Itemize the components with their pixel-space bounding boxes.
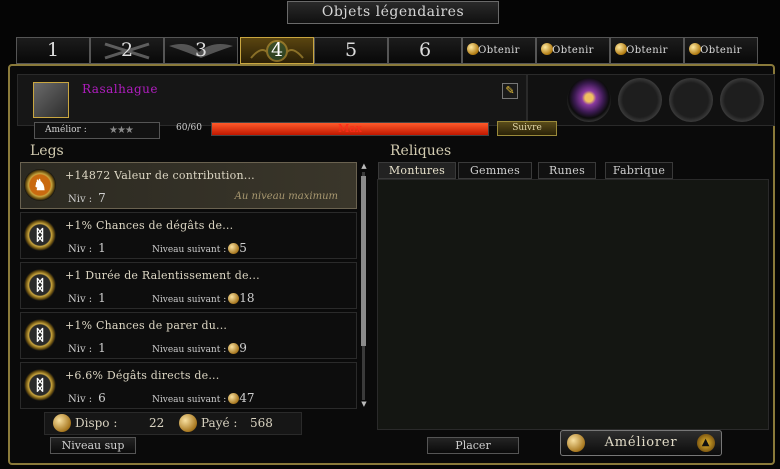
tab-5[interactable]: 5	[314, 37, 388, 64]
legs-heading: Legs	[30, 143, 64, 159]
tab-fabrique[interactable]: Fabrique	[605, 162, 673, 179]
paye-value: 568	[250, 416, 273, 430]
tab-gemmes[interactable]: Gemmes	[458, 162, 532, 179]
tab-obtenir-4[interactable]: Obtenir	[684, 37, 758, 64]
coin-icon	[567, 434, 585, 452]
list-item[interactable]: ♞ +14872 Valeur de contribution... Niv :…	[20, 162, 357, 209]
tab-obtenir-3[interactable]: Obtenir	[610, 37, 684, 64]
follow-button[interactable]: Suivre	[497, 121, 557, 136]
horse-icon: ♞	[24, 169, 56, 201]
placer-button[interactable]: Placer	[427, 437, 519, 454]
rune-icon: ᛥ	[24, 369, 56, 401]
reliques-heading: Reliques	[390, 143, 452, 159]
scroll-up-icon[interactable]: ▲	[359, 162, 369, 170]
coin-icon	[228, 293, 240, 304]
max-level-label: Au niveau maximum	[234, 191, 338, 202]
scroll-down-icon[interactable]: ▼	[359, 400, 369, 408]
relic-slot-1[interactable]	[567, 78, 611, 122]
tab-obtenir-2[interactable]: Obtenir	[536, 37, 610, 64]
arrow-up-icon: ▲	[697, 434, 715, 452]
tab-runes[interactable]: Runes	[538, 162, 596, 179]
scroll-thumb[interactable]	[361, 176, 366, 346]
tab-2[interactable]: 2	[90, 37, 164, 64]
tab-obtenir-1[interactable]: Obtenir	[462, 37, 536, 64]
rune-icon: ᛥ	[24, 219, 56, 251]
xp-status: Max	[337, 122, 363, 135]
tab-3[interactable]: 3	[164, 37, 238, 64]
list-item[interactable]: ᛥ +1% Chances de parer du... Niv :1 Nive…	[20, 312, 357, 359]
dispo-value: 22	[149, 416, 165, 430]
xp-count: 60/60	[176, 123, 202, 133]
relic-slot-3[interactable]	[669, 78, 713, 122]
coin-icon	[53, 414, 71, 432]
xp-bar: Max	[211, 122, 489, 136]
points-bar: Dispo : 22 Payé : 568	[44, 412, 302, 435]
list-item[interactable]: ᛥ +1 Durée de Ralentissement de... Niv :…	[20, 262, 357, 309]
legs-list: ♞ +14872 Valeur de contribution... Niv :…	[20, 162, 358, 410]
coin-icon	[228, 243, 240, 254]
upgrade-stars: Amélior : ★★★	[34, 122, 160, 139]
rune-icon: ᛥ	[24, 319, 56, 351]
coin-icon	[228, 343, 240, 354]
coin-icon	[228, 393, 240, 404]
rename-pencil-icon[interactable]: ✎	[502, 83, 518, 99]
star-icons: ★★★	[109, 125, 134, 136]
legendary-items-window: Objets légendaires 1 2 3 4 5 6 Obtenir O…	[0, 0, 780, 469]
tab-4[interactable]: 4	[240, 37, 314, 64]
item-name: Rasalhague	[82, 82, 159, 96]
list-item[interactable]: ᛥ +6.6% Dégâts directs de... Niv :6 Nive…	[20, 362, 357, 409]
relics-list	[377, 179, 769, 430]
tab-6[interactable]: 6	[388, 37, 462, 64]
rune-icon: ᛥ	[24, 269, 56, 301]
relic-slot-4[interactable]	[720, 78, 764, 122]
item-icon[interactable]	[33, 82, 69, 118]
ameliorer-button[interactable]: Améliorer ▲	[560, 430, 722, 456]
niveau-sup-button[interactable]: Niveau sup	[50, 437, 136, 454]
coin-icon	[179, 414, 197, 432]
list-item[interactable]: ᛥ +1% Chances de dégâts de... Niv :1 Niv…	[20, 212, 357, 259]
tab-montures[interactable]: Montures	[378, 162, 456, 179]
relic-slot-2[interactable]	[618, 78, 662, 122]
window-title: Objets légendaires	[287, 1, 499, 24]
tab-1[interactable]: 1	[16, 37, 90, 64]
legs-scrollbar[interactable]: ▲ ▼	[359, 162, 369, 410]
